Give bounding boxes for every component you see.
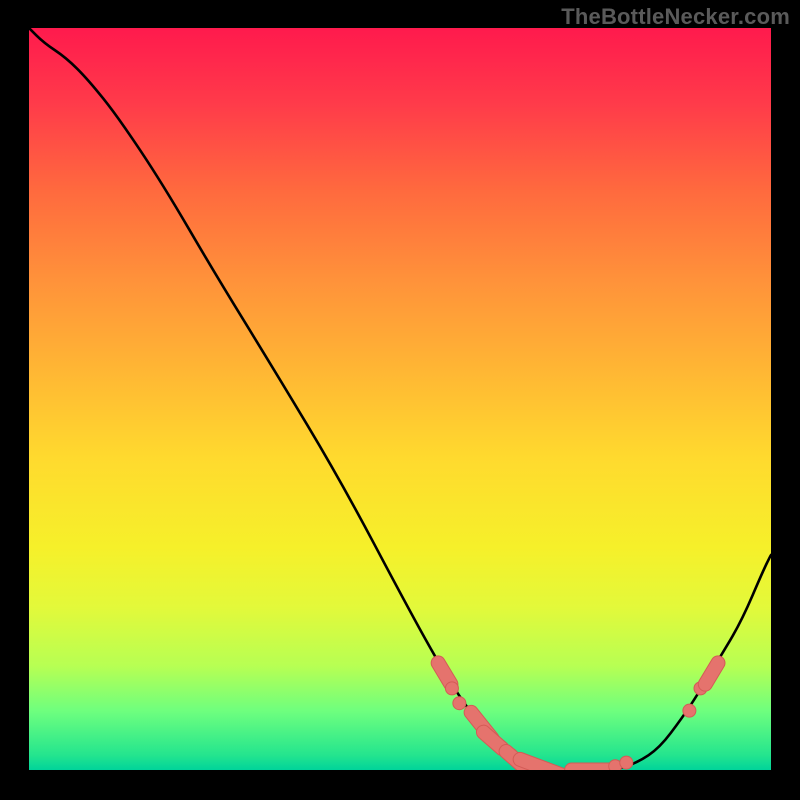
curve-marker [453,697,466,710]
curve-marker [445,682,458,695]
chart-container: TheBottleNecker.com [0,0,800,800]
curve-marker [696,653,728,693]
plot-area [29,28,771,770]
curve-layer [29,28,771,770]
curve-marker [620,756,633,769]
watermark-label: TheBottleNecker.com [561,4,790,30]
bottleneck-curve [29,28,771,770]
curve-marker [683,704,696,717]
